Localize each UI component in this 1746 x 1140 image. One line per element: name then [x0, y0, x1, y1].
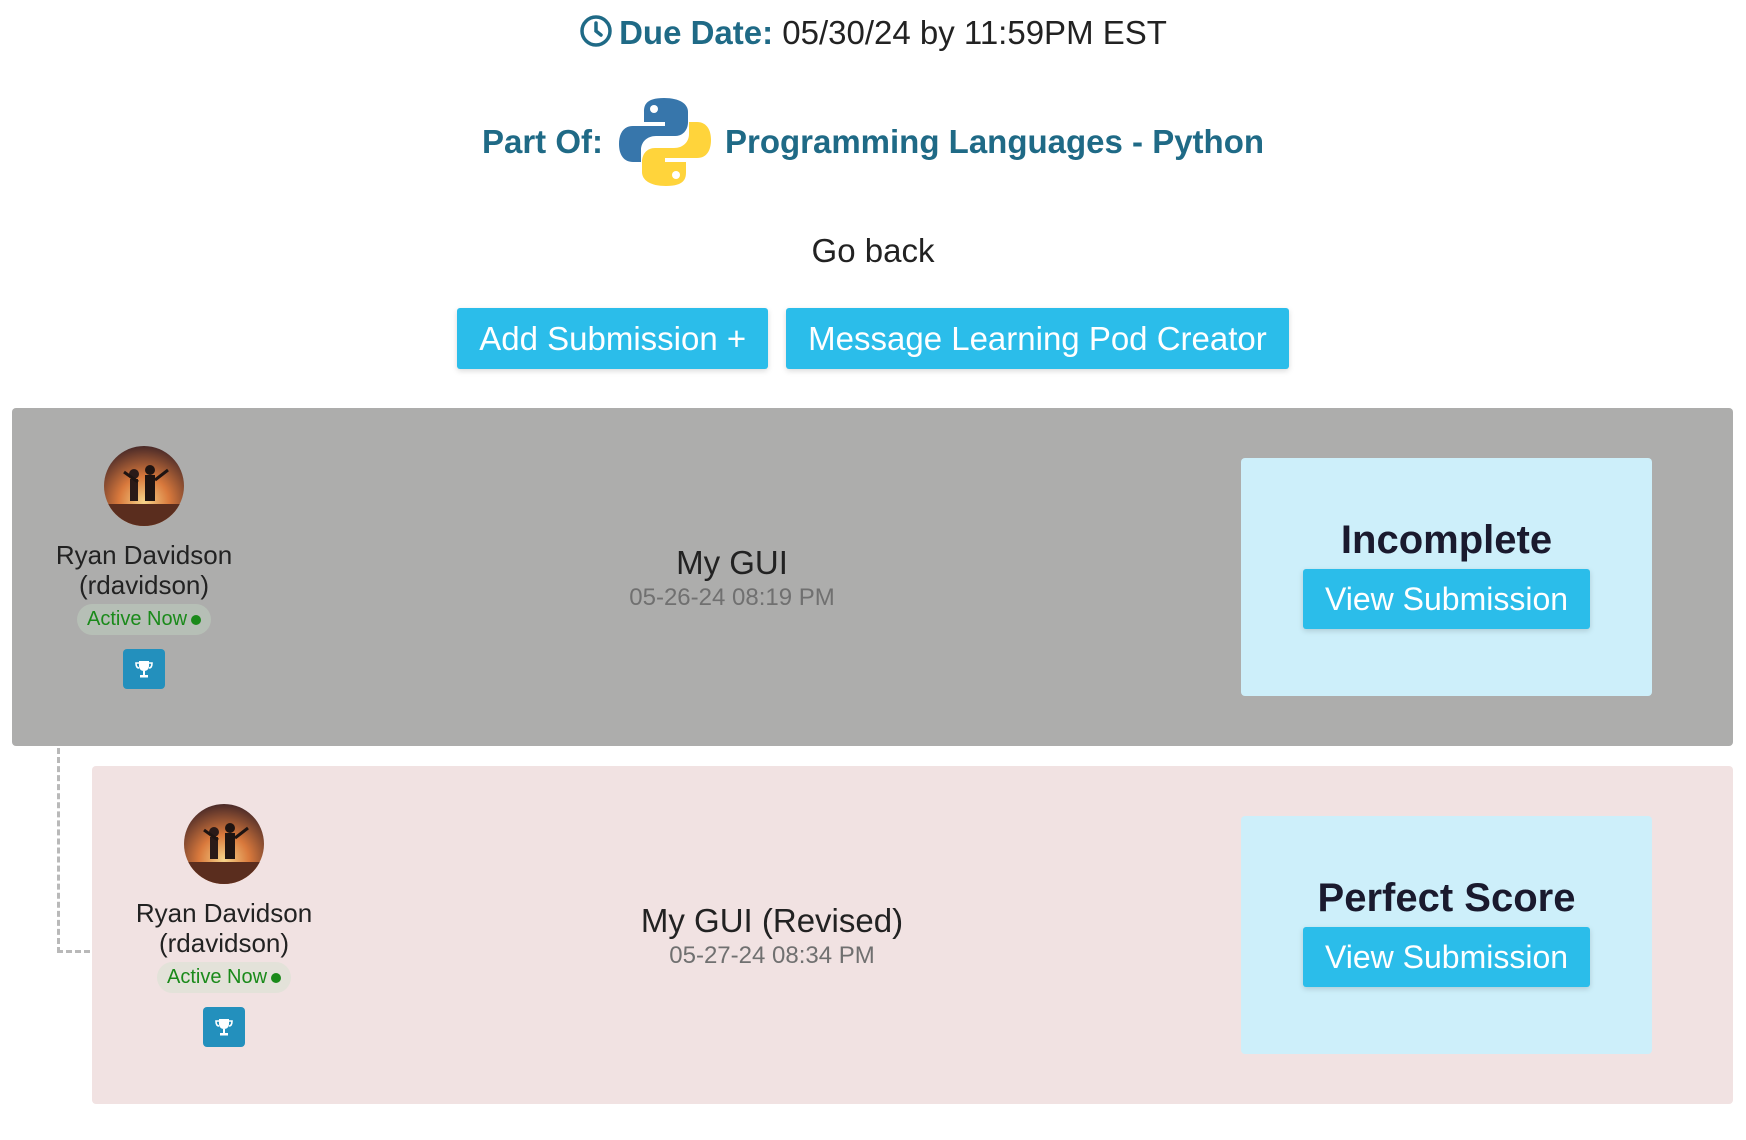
- view-submission-button[interactable]: View Submission: [1302, 569, 1591, 629]
- active-status-badge: Active Now: [76, 604, 212, 635]
- submission-card: Ryan Davidson (rdavidson) Active Now My …: [12, 408, 1733, 746]
- active-status-badge: Active Now: [156, 962, 292, 993]
- status-label: Perfect Score: [1317, 876, 1576, 920]
- submission-title-block: My GUI 05-26-24 08:19 PM: [512, 544, 952, 612]
- status-panel: Perfect Score View Submission: [1241, 816, 1652, 1054]
- due-date-value: 05/30/24 by 11:59PM EST: [782, 14, 1167, 51]
- revision-connector: [57, 748, 90, 953]
- trophy-icon[interactable]: [123, 649, 165, 689]
- status-panel: Incomplete View Submission: [1241, 458, 1652, 696]
- user-name: Ryan Davidson: [55, 540, 233, 570]
- user-handle: (rdavidson): [158, 928, 290, 958]
- due-date-line: Due Date: 05/30/24 by 11:59PM EST: [0, 14, 1746, 56]
- status-label: Incomplete: [1340, 518, 1553, 562]
- add-submission-button[interactable]: Add Submission +: [457, 308, 769, 369]
- part-of-label: Part Of:: [481, 123, 603, 160]
- user-handle: (rdavidson): [78, 570, 210, 600]
- submitter-info: Ryan Davidson (rdavidson) Active Now: [104, 804, 344, 1047]
- go-back-link[interactable]: Go back: [0, 232, 1746, 270]
- active-status-text: Active Now: [86, 608, 188, 630]
- submission-title[interactable]: My GUI: [512, 544, 952, 582]
- message-creator-button[interactable]: Message Learning Pod Creator: [786, 308, 1289, 369]
- user-name: Ryan Davidson: [135, 898, 313, 928]
- revised-submission-card: Ryan Davidson (rdavidson) Active Now My …: [92, 766, 1733, 1104]
- clock-icon: [579, 14, 613, 56]
- part-of-course-link[interactable]: Programming Languages - Python: [725, 123, 1264, 161]
- submitter-info: Ryan Davidson (rdavidson) Active Now: [24, 446, 264, 689]
- submission-title-block: My GUI (Revised) 05-27-24 08:34 PM: [542, 902, 1002, 970]
- online-dot-icon: [191, 614, 202, 625]
- action-buttons: Add Submission + Message Learning Pod Cr…: [0, 308, 1746, 369]
- submission-title[interactable]: My GUI (Revised): [542, 902, 1002, 940]
- submission-page: Due Date: 05/30/24 by 11:59PM EST Part O…: [0, 0, 1746, 1140]
- avatar[interactable]: [104, 446, 184, 526]
- submission-timestamp: 05-26-24 08:19 PM: [629, 584, 835, 611]
- online-dot-icon: [271, 972, 282, 983]
- python-logo: [615, 92, 715, 192]
- active-status-text: Active Now: [166, 966, 268, 988]
- view-submission-button[interactable]: View Submission: [1302, 927, 1591, 987]
- due-date-label: Due Date:: [619, 14, 774, 51]
- submission-timestamp: 05-27-24 08:34 PM: [669, 942, 875, 969]
- avatar[interactable]: [184, 804, 264, 884]
- part-of-line: Part Of: Programming Languages - Python: [0, 92, 1746, 192]
- trophy-icon[interactable]: [203, 1007, 245, 1047]
